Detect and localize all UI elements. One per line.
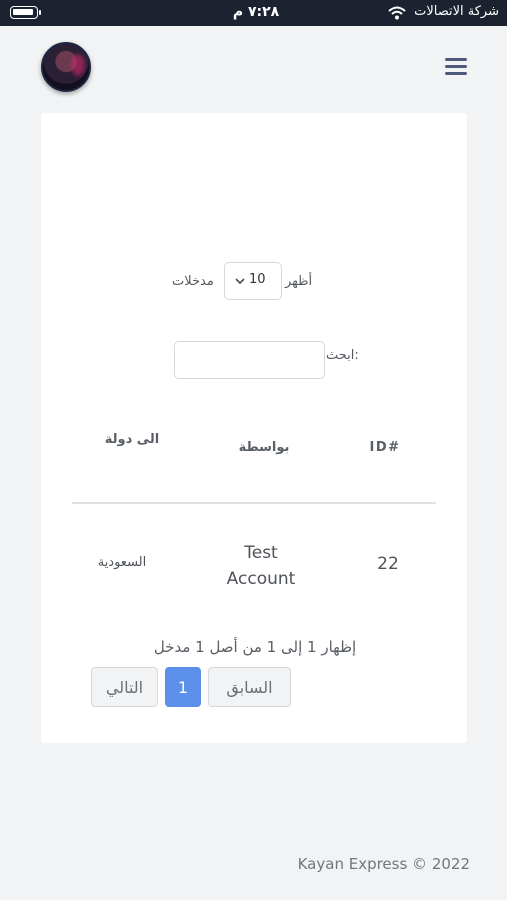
column-header-to-country[interactable]: الى دولة xyxy=(104,431,160,449)
cell-to-country: السعودية xyxy=(97,555,147,570)
search-input[interactable] xyxy=(174,341,325,379)
page-1-button[interactable]: 1 xyxy=(165,667,201,707)
chevron-down-icon xyxy=(235,278,245,285)
carrier-name: شركة الاتصالات xyxy=(414,4,499,19)
avatar-glow xyxy=(71,54,85,76)
column-header-by[interactable]: بواسطة xyxy=(222,440,306,455)
page-length-select[interactable]: 10 xyxy=(224,262,282,300)
footer-copyright: Kayan Express © 2022 xyxy=(297,855,470,873)
page-length-value: 10 xyxy=(249,272,266,287)
entries-label: مدخلات xyxy=(172,274,214,289)
show-label: أظهر xyxy=(285,274,313,289)
cell-by: Test Account xyxy=(226,543,296,589)
pagination-info: إظهار 1 إلى 1 من أصل 1 مدخل xyxy=(153,638,357,656)
wifi-icon xyxy=(388,6,406,20)
search-label: ابحث: xyxy=(326,348,359,363)
cell-id: 22 xyxy=(377,554,399,574)
table-header-divider xyxy=(72,502,436,504)
status-bar: ٧:٢٨ م شركة الاتصالات xyxy=(0,0,507,26)
app-header xyxy=(0,26,507,108)
previous-page-button[interactable]: السابق xyxy=(208,667,291,707)
hamburger-menu-icon[interactable] xyxy=(445,56,469,76)
battery-nub xyxy=(39,10,41,15)
status-time: ٧:٢٨ م xyxy=(232,4,280,20)
next-page-button[interactable]: التالي xyxy=(91,667,158,707)
column-header-id[interactable]: ID# xyxy=(360,440,410,455)
avatar[interactable] xyxy=(41,42,91,92)
battery-icon xyxy=(10,6,38,19)
